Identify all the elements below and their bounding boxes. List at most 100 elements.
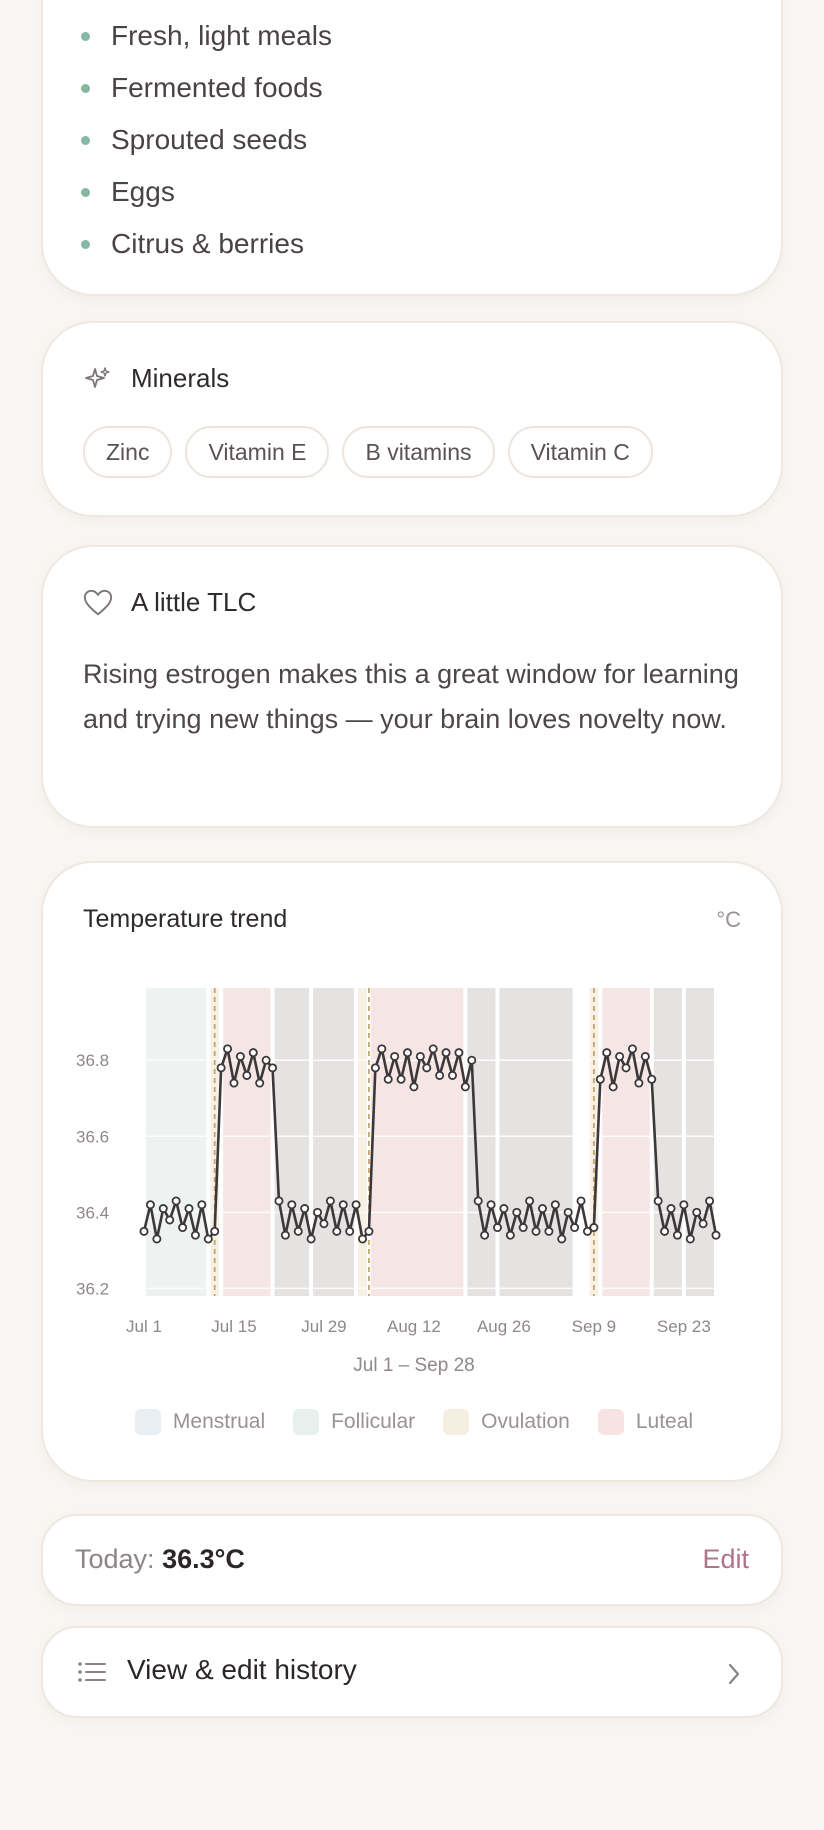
temperature-point <box>447 1070 457 1080</box>
temperature-point <box>512 1207 522 1217</box>
temperature-point <box>261 1055 271 1065</box>
view-history-button[interactable]: View & edit history <box>41 1626 783 1718</box>
temperature-point <box>370 1063 380 1073</box>
bullet-dot <box>81 136 90 145</box>
x-tick-label: Jul 29 <box>301 1317 346 1336</box>
temperature-point <box>531 1226 541 1236</box>
temperature-point <box>383 1074 393 1084</box>
chart-legend: Menstrual Follicular Ovulation Luteal <box>43 1409 785 1435</box>
temperature-point <box>409 1082 419 1092</box>
temperature-point <box>563 1207 573 1217</box>
temperature-point <box>255 1078 265 1088</box>
temperature-point <box>223 1044 233 1054</box>
foods-card: Fresh, light meals Fermented foods Sprou… <box>41 0 783 296</box>
temperature-point <box>473 1196 483 1206</box>
edit-button[interactable]: Edit <box>702 1544 749 1575</box>
temperature-point <box>422 1063 432 1073</box>
temperature-point <box>685 1234 695 1244</box>
temperature-point <box>203 1234 213 1244</box>
temperature-point <box>544 1226 554 1236</box>
y-tick-label: 36.6 <box>76 1127 109 1146</box>
today-card: Today: 36.3°C Edit <box>41 1514 783 1606</box>
temperature-point <box>589 1223 599 1233</box>
temperature-point <box>274 1196 284 1206</box>
today-temperature: 36.3°C <box>162 1544 245 1574</box>
temperature-point <box>615 1051 625 1061</box>
temperature-point <box>396 1074 406 1084</box>
temperature-point <box>550 1200 560 1210</box>
mineral-chip: Vitamin C <box>507 426 653 478</box>
bullet-dot <box>81 240 90 249</box>
legend-item-follicular: Follicular <box>293 1409 415 1435</box>
phase-band-menstrual <box>685 988 714 1296</box>
today-row: Today: 36.3°C <box>75 1544 245 1575</box>
legend-item-luteal: Luteal <box>597 1409 694 1435</box>
temperature-point <box>679 1200 689 1210</box>
bullet-dot <box>81 32 90 41</box>
temperature-point <box>229 1078 239 1088</box>
temperature-point <box>595 1074 605 1084</box>
y-tick-label: 36.8 <box>76 1051 109 1070</box>
temperature-point <box>480 1230 490 1240</box>
tlc-text: Rising estrogen makes this a great windo… <box>83 659 739 734</box>
legend-label: Menstrual <box>172 1410 266 1433</box>
temperature-chart: 36.2 36.4 36.6 36.8 Jul 1 Jul 15 Jul 29 Aug 12 A… <box>76 988 721 1336</box>
bullet-dot <box>81 84 90 93</box>
temperature-point <box>197 1200 207 1210</box>
temperature-point <box>460 1082 470 1092</box>
phase-band-menstrual <box>313 988 355 1296</box>
temperature-point <box>428 1044 438 1054</box>
page: Fresh, light meals Fermented foods Sprou… <box>0 0 824 1830</box>
temperature-point <box>280 1230 290 1240</box>
food-label: Fermented foods <box>111 72 323 103</box>
temperature-point <box>171 1196 181 1206</box>
temperature-point <box>287 1200 297 1210</box>
temperature-point <box>293 1226 303 1236</box>
y-tick-label: 36.4 <box>76 1203 109 1222</box>
foods-list: Fresh, light meals Fermented foods Sprou… <box>81 10 332 270</box>
x-tick-label: Jul 15 <box>211 1317 256 1336</box>
temperature-point <box>338 1200 348 1210</box>
phase-band-menstrual <box>499 988 573 1296</box>
list-item: Fermented foods <box>81 62 332 114</box>
temperature-point <box>300 1204 310 1214</box>
temperature-point <box>158 1204 168 1214</box>
temperature-point <box>165 1215 175 1225</box>
temperature-point <box>467 1055 477 1065</box>
temperature-point <box>570 1223 580 1233</box>
temperature-point <box>486 1200 496 1210</box>
phase-band-menstrual <box>274 988 310 1296</box>
legend-swatch <box>293 1409 320 1435</box>
temperature-point <box>235 1051 245 1061</box>
phase-band-luteal <box>602 988 650 1296</box>
temperature-point <box>672 1230 682 1240</box>
temperature-point <box>492 1223 502 1233</box>
food-label: Fresh, light meals <box>111 20 332 51</box>
list-item: Citrus & berries <box>81 218 332 270</box>
legend-label: Luteal <box>635 1410 694 1433</box>
temperature-point <box>640 1051 650 1061</box>
temperature-point <box>692 1207 702 1217</box>
chart-date-range: Jul 1 – Sep 28 <box>353 1355 475 1376</box>
tlc-card: A little TLC Rising estrogen makes this … <box>41 545 783 828</box>
temperature-chart-card: Temperature trend °C 36.2 36.4 36.6 36.8 Jul… <box>41 861 783 1482</box>
temperature-point <box>268 1063 278 1073</box>
temperature-point <box>364 1226 374 1236</box>
temperature-point <box>377 1044 387 1054</box>
food-label: Eggs <box>111 176 175 207</box>
legend-item-ovulation: Ovulation <box>443 1409 570 1435</box>
temperature-point <box>454 1048 464 1058</box>
legend-swatch <box>134 1409 161 1435</box>
mineral-chip: B vitamins <box>342 426 495 478</box>
minerals-title: Minerals <box>131 363 230 393</box>
temperature-point <box>499 1204 509 1214</box>
mineral-chip: Vitamin E <box>185 426 330 478</box>
temperature-point <box>325 1196 335 1206</box>
phase-band-menstrual <box>653 988 682 1296</box>
temperature-point <box>525 1196 535 1206</box>
temperature-point <box>248 1048 258 1058</box>
legend-label: Follicular <box>331 1410 416 1433</box>
temperature-point <box>152 1234 162 1244</box>
sparkle-icon <box>83 364 113 394</box>
x-tick-label: Jul 1 <box>126 1317 162 1336</box>
